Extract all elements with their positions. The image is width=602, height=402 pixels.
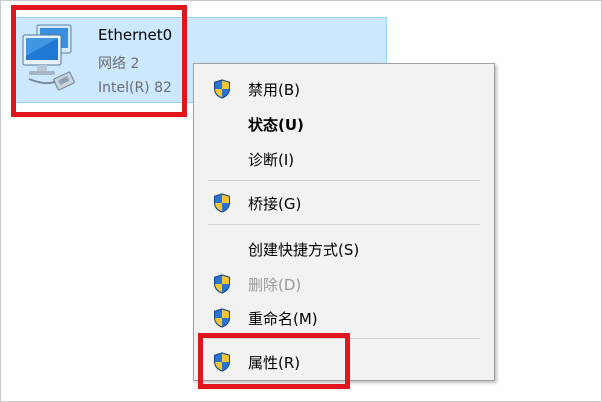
uac-shield-icon: [213, 274, 231, 294]
menu-item-diagnose[interactable]: 诊断(I): [194, 142, 494, 172]
menu-item-label: 属性(R): [248, 354, 301, 372]
menu-item-label: 状态(U): [248, 116, 304, 134]
network-adapter-icon[interactable]: [19, 23, 79, 95]
menu-item-label: 禁用(B): [248, 81, 300, 99]
menu-separator: [208, 180, 480, 181]
menu-item-label: 桥接(G): [248, 195, 302, 213]
menu-item-label: 诊断(I): [248, 151, 295, 169]
menu-separator: [208, 224, 480, 225]
network-connections-window: Ethernet0 网络 2 Intel(R) 82 禁用(B) 状态(U) 诊…: [0, 0, 602, 402]
menu-item-bridge[interactable]: 桥接(G): [194, 186, 494, 216]
menu-item-label: 创建快捷方式(S): [248, 241, 360, 259]
menu-item-properties[interactable]: 属性(R): [194, 345, 494, 375]
uac-shield-icon: [213, 352, 231, 372]
menu-item-rename[interactable]: 重命名(M): [194, 301, 494, 331]
menu-item-delete: 删除(D): [194, 267, 494, 297]
uac-shield-icon: [213, 79, 231, 99]
menu-item-disable[interactable]: 禁用(B): [194, 72, 494, 102]
uac-shield-icon: [213, 308, 231, 328]
adapter-device-name: Intel(R) 82: [98, 80, 172, 96]
menu-item-label: 重命名(M): [248, 310, 318, 328]
uac-shield-icon: [213, 193, 231, 213]
menu-item-label: 删除(D): [248, 276, 302, 294]
menu-item-status[interactable]: 状态(U): [194, 107, 494, 137]
adapter-name: Ethernet0: [98, 26, 173, 44]
menu-separator: [208, 338, 480, 339]
context-menu: 禁用(B) 状态(U) 诊断(I) 桥接(G) 创建快捷方式(S) 删除(D) …: [193, 63, 495, 381]
adapter-network-name: 网络 2: [98, 56, 140, 72]
menu-item-create-shortcut[interactable]: 创建快捷方式(S): [194, 232, 494, 262]
